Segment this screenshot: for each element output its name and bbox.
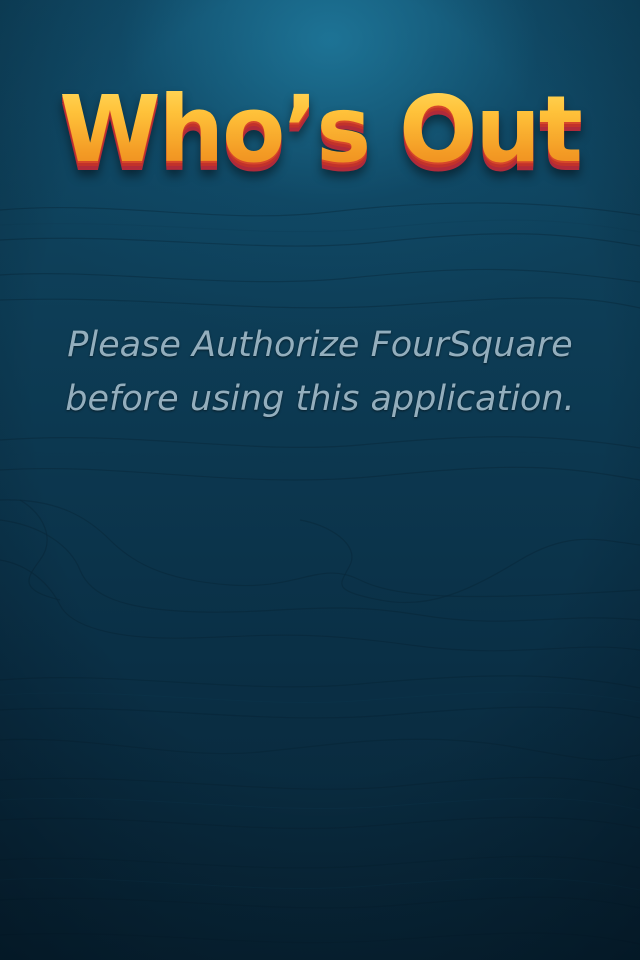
app-screen: Who’s Out Please Authorize FourSquare be…	[0, 0, 640, 960]
authorization-message: Please Authorize FourSquare before using…	[20, 318, 620, 426]
authorization-message-line-1: Please Authorize FourSquare	[67, 325, 573, 365]
authorization-message-line-2: before using this application.	[65, 379, 575, 419]
app-title: Who’s Out	[0, 70, 640, 190]
